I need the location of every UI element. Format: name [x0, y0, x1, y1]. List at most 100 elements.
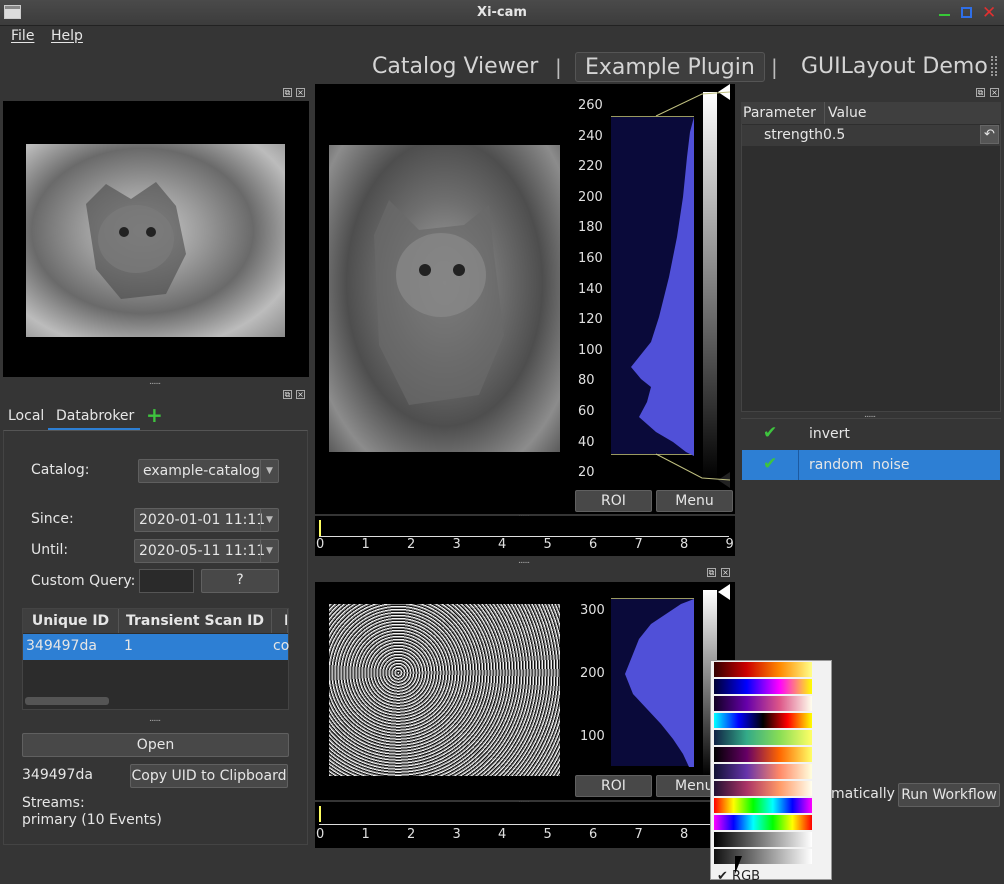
float-icon[interactable]: ⧉ — [976, 88, 985, 97]
roi-button-top[interactable]: ROI — [575, 490, 652, 512]
horizontal-scrollbar[interactable] — [25, 697, 109, 705]
col-value[interactable]: Value — [825, 102, 1001, 124]
col-transient-scan-id[interactable]: Transient Scan ID — [119, 609, 272, 633]
streams-value: primary (10 Events) — [22, 812, 162, 828]
since-label: Since: — [31, 511, 74, 527]
param-value[interactable]: 0.5 — [823, 127, 845, 143]
colormap-option[interactable] — [714, 662, 812, 677]
auto-run-label: matically — [831, 786, 895, 802]
check-icon[interactable]: ✔ — [763, 454, 777, 474]
menu-file[interactable]: File — [11, 28, 34, 44]
query-help-button[interactable]: ? — [201, 569, 279, 593]
x-tick-label: 7 — [634, 827, 643, 842]
perspective-guilayout-demo[interactable]: GUILayout Demo — [801, 52, 988, 82]
x-tick-label: 2 — [407, 827, 416, 842]
colormap-option[interactable] — [714, 798, 812, 813]
close-dock-icon[interactable]: × — [296, 390, 305, 399]
workflow-item-invert[interactable]: ✔ invert — [742, 420, 1001, 448]
menu-button-top[interactable]: Menu — [656, 490, 733, 512]
close-icon[interactable]: ✕ — [982, 3, 996, 23]
colormap-option[interactable] — [714, 747, 812, 762]
cell-more: co — [273, 638, 290, 654]
check-icon[interactable]: ✔ — [763, 423, 777, 443]
copy-uid-button[interactable]: Copy UID to Clipboard — [130, 764, 288, 788]
x-tick-label: 4 — [498, 537, 507, 552]
timeline-cursor[interactable] — [319, 806, 321, 822]
y-tick-label: 160 — [578, 251, 603, 266]
splitter-handle[interactable]: ...... — [149, 377, 161, 387]
custom-query-input[interactable] — [139, 569, 194, 593]
add-tab-icon[interactable]: + — [146, 403, 163, 427]
catalog-label: Catalog: — [31, 462, 90, 478]
y-tick-label: 300 — [580, 603, 605, 618]
y-tick-label: 40 — [578, 434, 595, 450]
menu-help[interactable]: Help — [51, 28, 83, 44]
level-max-handle[interactable] — [718, 584, 730, 600]
toolbar-handle[interactable] — [991, 56, 997, 76]
col-unique-id[interactable]: Unique ID — [23, 609, 119, 633]
chevron-down-icon: ▼ — [260, 540, 278, 562]
noisy-cat-photo — [329, 604, 560, 776]
run-workflow-button[interactable]: Run Workflow — [898, 783, 1000, 807]
x-axis-top: 0 1 2 3 4 5 6 7 8 9 — [315, 537, 735, 555]
perspective-separator: | — [555, 55, 562, 79]
colormap-option[interactable] — [714, 815, 812, 830]
colormap-option[interactable] — [714, 832, 812, 847]
x-tick-label: 8 — [680, 827, 689, 842]
colormap-option[interactable] — [714, 781, 812, 796]
x-tick-label: 0 — [316, 537, 325, 552]
open-button[interactable]: Open — [22, 733, 289, 757]
y-axis-top: 260 240 220 200 180 160 140 120 100 80 60 40 20 — [578, 90, 610, 490]
x-axis-bottom: 0 1 2 3 4 5 6 7 8 — [315, 827, 735, 845]
cat-photo — [26, 144, 285, 337]
minimize-icon[interactable] — [939, 14, 950, 16]
close-dock-icon[interactable]: × — [721, 568, 730, 577]
tab-databroker[interactable]: Databroker — [48, 403, 140, 430]
colormap-option[interactable] — [714, 849, 812, 864]
perspective-example-plugin[interactable]: Example Plugin — [575, 52, 765, 82]
splitter-handle[interactable]: ...... — [149, 714, 161, 724]
reset-icon[interactable]: ↶ — [980, 125, 999, 144]
perspective-catalog-viewer[interactable]: Catalog Viewer — [372, 52, 538, 82]
catalog-select[interactable]: example-catalog ▼ — [138, 459, 279, 483]
x-tick-label: 1 — [361, 827, 370, 842]
cell-scan-id: 1 — [124, 638, 133, 654]
colormap-option[interactable] — [714, 713, 812, 728]
colormap-option[interactable] — [714, 696, 812, 711]
tab-local[interactable]: Local — [8, 408, 44, 424]
col-more[interactable]: I — [272, 609, 288, 633]
float-icon[interactable]: ⧉ — [283, 88, 292, 97]
splitter-handle[interactable]: ...... — [518, 556, 530, 566]
histogram-bottom[interactable] — [611, 598, 694, 767]
maximize-icon[interactable] — [961, 7, 972, 18]
close-dock-icon[interactable]: × — [296, 88, 305, 97]
table-row[interactable]: 349497da 1 co — [23, 634, 290, 660]
float-icon[interactable]: ⧉ — [283, 390, 292, 399]
chevron-down-icon: ▼ — [260, 460, 278, 482]
workflow-item-random-noise[interactable]: ✔ random noise — [742, 450, 1000, 480]
perspective-separator: | — [771, 55, 778, 79]
x-tick-label: 9 — [725, 537, 734, 552]
close-dock-icon[interactable]: × — [990, 88, 999, 97]
window-title: Xi-cam — [477, 5, 527, 20]
param-row-strength[interactable]: strength 0.5 ↶ — [742, 125, 1000, 146]
x-tick-label: 3 — [452, 827, 461, 842]
parameter-tree — [741, 102, 1001, 412]
x-tick-label: 7 — [634, 537, 643, 552]
cat-photo — [329, 145, 560, 452]
float-icon[interactable]: ⧉ — [707, 568, 716, 577]
roi-button-bottom[interactable]: ROI — [575, 775, 652, 797]
timeline-cursor[interactable] — [319, 520, 321, 536]
custom-query-label: Custom Query: — [31, 573, 136, 589]
col-parameter[interactable]: Parameter — [741, 102, 825, 124]
x-tick-label: 6 — [589, 827, 598, 842]
colormap-option[interactable] — [714, 679, 812, 694]
level-lines-top — [655, 91, 730, 481]
since-datetime[interactable]: 2020-01-01 11:11 ▼ — [134, 508, 279, 532]
colormap-option[interactable] — [714, 764, 812, 779]
y-tick-label: 20 — [578, 465, 595, 481]
until-datetime[interactable]: 2020-05-11 11:11 ▼ — [134, 539, 279, 563]
colormap-option[interactable] — [714, 730, 812, 745]
y-axis-bottom: 300 200 100 — [578, 588, 610, 768]
streams-label: Streams: — [22, 795, 85, 811]
